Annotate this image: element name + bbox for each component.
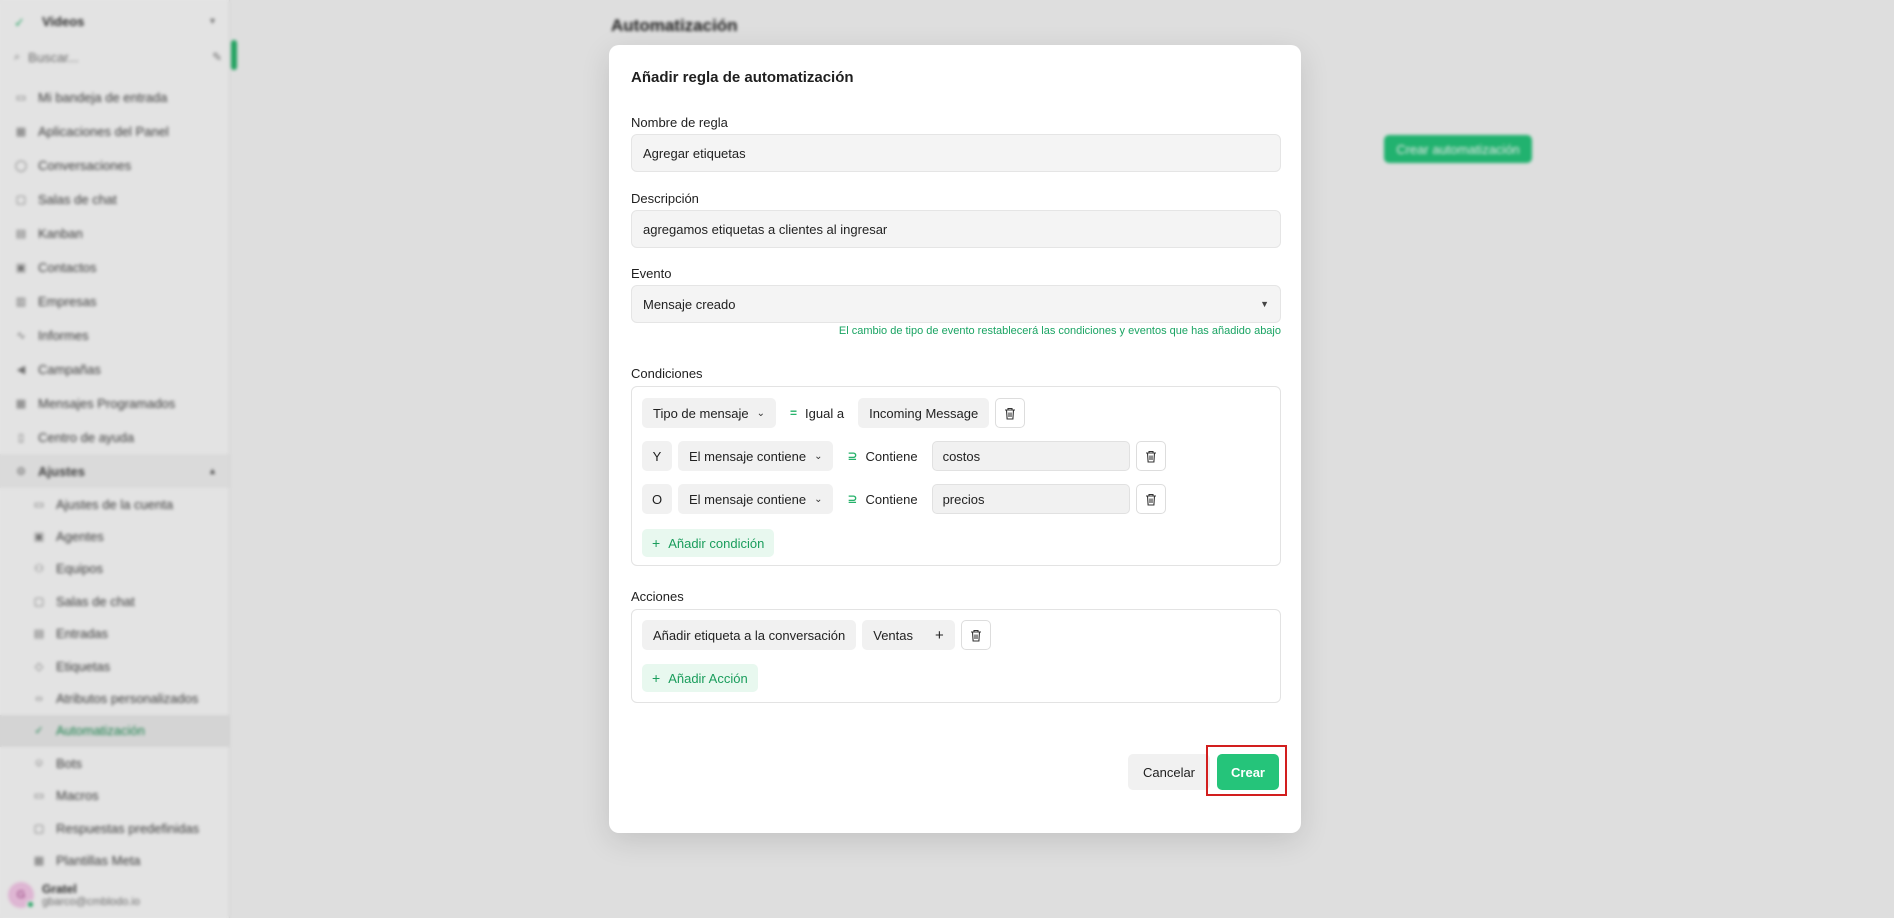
delete-action-button[interactable] — [960, 620, 991, 650]
actions-label: Acciones — [631, 589, 684, 604]
rule-name-label: Nombre de regla — [631, 115, 728, 130]
condition-operator-select[interactable]: ⊇ Contiene — [833, 441, 931, 471]
trash-icon — [1145, 493, 1156, 506]
action-value-select[interactable]: Ventas + — [862, 620, 955, 650]
action-type-select[interactable]: Añadir etiqueta a la conversación — [642, 620, 857, 650]
delete-condition-button[interactable] — [1135, 484, 1166, 514]
condition-row: Tipo de mensaje ⌄ = Igual a Incoming Messa… — [642, 398, 1026, 428]
chevron-down-icon: ⌄ — [814, 493, 823, 505]
contains-icon: ⊇ — [847, 492, 858, 506]
plus-icon: + — [652, 670, 661, 686]
condition-attribute-select[interactable]: Tipo de mensaje ⌄ — [642, 398, 777, 428]
event-label: Evento — [631, 266, 672, 281]
add-condition-button[interactable]: + Añadir condición — [642, 529, 775, 557]
rule-name-input[interactable] — [631, 134, 1281, 172]
delete-condition-button[interactable] — [1135, 441, 1166, 471]
condition-attribute-select[interactable]: El mensaje contiene ⌄ — [678, 484, 834, 514]
action-row: Añadir etiqueta a la conversación Ventas… — [642, 620, 991, 650]
condition-value-input[interactable] — [931, 441, 1130, 471]
trash-icon — [1005, 407, 1016, 420]
contains-icon: ⊇ — [847, 449, 858, 463]
event-selected-value: Mensaje creado — [643, 296, 736, 312]
add-action-button[interactable]: + Añadir Acción — [642, 664, 758, 692]
condition-attribute-select[interactable]: El mensaje contiene ⌄ — [678, 441, 834, 471]
condition-logic-operator[interactable]: Y — [642, 441, 672, 471]
plus-icon: + — [652, 535, 661, 551]
description-input[interactable] — [631, 210, 1281, 248]
add-automation-rule-modal: Añadir regla de automatización Nombre de… — [609, 45, 1301, 833]
trash-icon — [970, 629, 981, 642]
caret-down-icon: ▼ — [1260, 299, 1269, 309]
equals-icon: = — [790, 406, 798, 420]
event-change-warning: El cambio de tipo de evento restablecerá… — [838, 325, 1281, 337]
chevron-down-icon: ⌄ — [814, 450, 823, 462]
trash-icon — [1145, 450, 1156, 463]
conditions-box: Tipo de mensaje ⌄ = Igual a Incoming Messa… — [631, 386, 1281, 566]
condition-row: O El mensaje contiene ⌄ ⊇ Contiene — [642, 484, 1166, 514]
modal-title: Añadir regla de automatización — [631, 69, 854, 86]
condition-value-input[interactable] — [931, 484, 1130, 514]
description-label: Descripción — [631, 191, 699, 206]
condition-operator-select[interactable]: ⊇ Contiene — [833, 484, 931, 514]
delete-condition-button[interactable] — [995, 398, 1026, 428]
actions-box: Añadir etiqueta a la conversación Ventas… — [631, 609, 1281, 703]
condition-logic-operator[interactable]: O — [642, 484, 672, 514]
conditions-label: Condiciones — [631, 366, 703, 381]
condition-value-select[interactable]: Incoming Message — [858, 398, 990, 428]
cancel-button[interactable]: Cancelar — [1128, 754, 1210, 790]
create-button[interactable]: Crear — [1217, 754, 1279, 790]
event-select[interactable]: Mensaje creado ▼ — [631, 285, 1281, 323]
chevron-down-icon: ⌄ — [756, 407, 766, 419]
condition-operator-select[interactable]: = Igual a — [776, 398, 858, 428]
condition-row: Y El mensaje contiene ⌄ ⊇ Contiene — [642, 441, 1166, 471]
plus-icon[interactable]: + — [935, 627, 944, 644]
